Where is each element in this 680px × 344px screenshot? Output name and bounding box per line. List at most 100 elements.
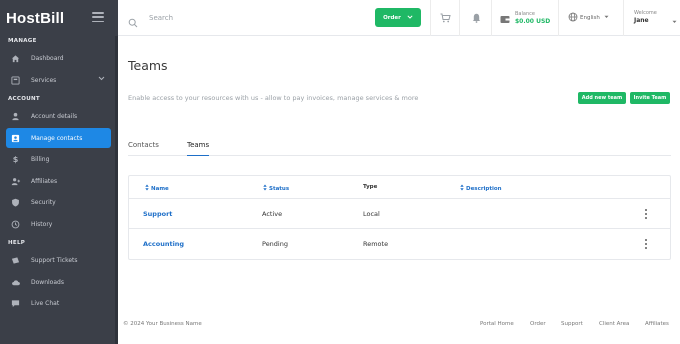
- contacts-icon: [10, 133, 21, 144]
- search-box: [128, 0, 349, 36]
- sidebar-item-label: Security: [31, 199, 56, 206]
- section-title-help: HELP: [8, 240, 26, 246]
- sidebar-item-security[interactable]: Security: [6, 193, 111, 213]
- sidebar-item-label: Downloads: [31, 278, 64, 286]
- sort-icon: [460, 184, 464, 193]
- team-type: Remote: [363, 240, 389, 248]
- ticket-icon: [10, 255, 21, 266]
- search-input[interactable]: [149, 14, 349, 22]
- footer-link-affiliates[interactable]: Affiliates: [645, 321, 669, 327]
- divider: [491, 0, 492, 36]
- user-name: Jane: [634, 17, 649, 24]
- sidebar-item-services[interactable]: Services: [6, 70, 111, 90]
- language-label: English: [580, 15, 600, 21]
- footer-link-support[interactable]: Support: [561, 321, 583, 327]
- invite-team-button[interactable]: Invite Team: [630, 92, 670, 104]
- balance-widget[interactable]: Balance $0.00 USD: [500, 8, 550, 28]
- wallet-icon: [500, 9, 510, 28]
- bell-icon[interactable]: [470, 12, 482, 24]
- divider: [623, 0, 624, 36]
- sort-icon: [145, 184, 149, 193]
- balance-text: Balance $0.00 USD: [515, 11, 550, 25]
- table-row: Support Active Local: [129, 199, 670, 229]
- section-title-account: ACCOUNT: [8, 96, 40, 102]
- footer-link-portal-home[interactable]: Portal Home: [480, 321, 514, 327]
- sort-name-header[interactable]: Name: [145, 184, 169, 193]
- sidebar-item-label: Services: [31, 76, 57, 84]
- sidebar-item-billing[interactable]: $ Billing: [6, 150, 111, 170]
- footer-link-order[interactable]: Order: [530, 321, 546, 327]
- download-icon: [10, 277, 21, 288]
- tabs: Contacts Teams: [128, 139, 671, 156]
- brand: HostBill: [0, 0, 118, 36]
- table-row: Accounting Pending Remote: [129, 229, 670, 259]
- add-new-team-button[interactable]: Add new team: [578, 92, 626, 104]
- welcome-label: Welcome: [634, 10, 657, 16]
- dollar-icon: $: [12, 155, 19, 164]
- tab-contacts[interactable]: Contacts: [128, 141, 159, 156]
- team-status: Active: [262, 210, 283, 218]
- sort-description-header[interactable]: Description: [460, 184, 502, 193]
- chevron-down-icon: [407, 14, 413, 21]
- sidebar-item-label: Dashboard: [31, 55, 64, 62]
- topbar: Order Balance $0.00 USD English Welcome: [118, 0, 680, 36]
- sidebar-item-label: Support Tickets: [31, 257, 78, 264]
- type-header: Type: [363, 184, 378, 190]
- row-actions-kebab-icon[interactable]: [643, 208, 649, 220]
- sidebar-item-manage-contacts[interactable]: Manage contacts: [6, 128, 111, 148]
- sidebar-item-live-chat[interactable]: Live Chat: [6, 294, 111, 314]
- row-actions-kebab-icon[interactable]: [643, 238, 649, 250]
- balance-value: $0.00 USD: [515, 18, 551, 25]
- sort-status-header[interactable]: Status: [263, 184, 289, 193]
- cart-icon[interactable]: [439, 12, 451, 24]
- sidebar-item-label: History: [31, 220, 53, 228]
- sidebar-item-label: Live Chat: [31, 300, 60, 307]
- divider: [459, 0, 460, 36]
- sidebar: HostBill MANAGE Dashboard Services ACCOU…: [0, 0, 118, 344]
- team-name-link[interactable]: Accounting: [143, 240, 184, 248]
- section-title-manage: MANAGE: [8, 38, 37, 44]
- order-button-label: Order: [383, 14, 401, 21]
- sidebar-item-downloads[interactable]: Downloads: [6, 272, 111, 292]
- divider: [558, 0, 559, 36]
- logo[interactable]: HostBill: [6, 10, 64, 27]
- order-button[interactable]: Order: [375, 8, 421, 27]
- sidebar-item-account-details[interactable]: Account details: [6, 107, 111, 127]
- sidebar-item-label: Affiliates: [31, 177, 58, 185]
- language-selector[interactable]: English: [568, 12, 609, 24]
- chevron-down-icon: [98, 76, 105, 83]
- sidebar-item-history[interactable]: History: [6, 214, 111, 234]
- header-label: Status: [269, 185, 290, 192]
- hamburger-menu-icon[interactable]: [92, 12, 104, 22]
- sidebar-item-label: Manage contacts: [31, 134, 83, 142]
- teams-table: Name Status Type Description Support Act…: [128, 175, 671, 260]
- tab-teams[interactable]: Teams: [187, 141, 210, 156]
- user-icon: [10, 111, 21, 122]
- sidebar-item-support-tickets[interactable]: Support Tickets: [6, 251, 111, 271]
- chat-icon: [10, 298, 21, 309]
- user-menu[interactable]: Welcome Jane: [634, 10, 677, 24]
- sidebar-item-affiliates[interactable]: Affiliates: [6, 171, 111, 191]
- team-name-link[interactable]: Support: [143, 210, 172, 218]
- history-icon: [10, 219, 21, 230]
- team-status: Pending: [262, 240, 288, 248]
- affiliates-icon: [10, 176, 21, 187]
- page-description: Enable access to your resources with us …: [128, 94, 419, 102]
- footer-link-client-area[interactable]: Client Area: [599, 321, 629, 327]
- table-header: Name Status Type Description: [129, 176, 670, 199]
- balance-label: Balance: [515, 11, 535, 17]
- main-content: Teams Enable access to your resources wi…: [118, 36, 680, 344]
- team-type: Local: [363, 210, 380, 218]
- page-title: Teams: [128, 58, 168, 73]
- header-label: Name: [151, 185, 169, 192]
- chevron-down-icon: [672, 15, 677, 24]
- home-icon: [10, 53, 21, 64]
- divider: [430, 0, 431, 36]
- sidebar-item-dashboard[interactable]: Dashboard: [6, 49, 111, 69]
- search-icon: [128, 13, 138, 28]
- globe-icon: [568, 12, 578, 24]
- header-label: Description: [466, 185, 502, 192]
- copyright: © 2024 Your Business Name: [123, 321, 202, 327]
- services-icon: [10, 75, 21, 86]
- sidebar-item-label: Billing: [31, 156, 50, 163]
